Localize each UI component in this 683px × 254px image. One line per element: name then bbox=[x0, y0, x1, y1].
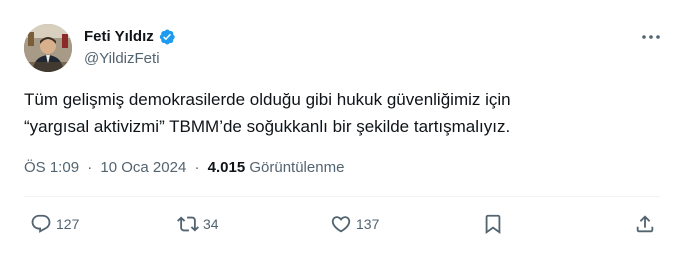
reply-icon bbox=[30, 213, 52, 235]
verified-badge-icon[interactable] bbox=[158, 28, 176, 46]
tweet-meta: ÖS 1:09 · 10 Oca 2024 · 4.015 Görüntülen… bbox=[24, 158, 344, 178]
like-icon bbox=[330, 213, 352, 235]
retweet-icon bbox=[177, 213, 199, 235]
meta-separator: · bbox=[194, 159, 200, 176]
bookmark-button[interactable] bbox=[482, 213, 504, 235]
tweet-date[interactable]: 10 Oca 2024 bbox=[100, 159, 186, 176]
tweet-time[interactable]: ÖS 1:09 bbox=[24, 159, 79, 176]
bookmark-icon bbox=[482, 213, 504, 235]
more-icon[interactable] bbox=[640, 28, 662, 46]
tweet-text: Tüm gelişmiş demokrasilerde olduğu gibi … bbox=[24, 86, 660, 140]
share-icon bbox=[634, 213, 656, 235]
avatar[interactable] bbox=[24, 24, 72, 72]
tweet-text-line: “yargısal aktivizmi” TBMM’de soğukkanlı … bbox=[24, 117, 511, 136]
divider bbox=[24, 196, 660, 197]
retweet-button[interactable]: 34 bbox=[177, 213, 219, 235]
meta-separator: · bbox=[87, 159, 93, 176]
views-count: 4.015 bbox=[207, 159, 246, 176]
author-row: Feti Yıldız bbox=[84, 27, 176, 47]
reply-button[interactable]: 127 bbox=[30, 213, 79, 235]
like-button[interactable]: 137 bbox=[330, 213, 379, 235]
reply-count: 127 bbox=[56, 216, 80, 232]
author-handle[interactable]: @YildizFeti bbox=[84, 49, 160, 69]
like-count: 137 bbox=[356, 216, 380, 232]
tweet-text-line: Tüm gelişmiş demokrasilerde olduğu gibi … bbox=[24, 90, 511, 109]
views-label: Görüntülenme bbox=[249, 159, 345, 176]
share-button[interactable] bbox=[634, 213, 656, 235]
author-name[interactable]: Feti Yıldız bbox=[84, 27, 154, 47]
retweet-count: 34 bbox=[203, 216, 219, 232]
tweet-card: Feti Yıldız @YildizFeti Tüm gelişmiş dem… bbox=[0, 0, 683, 254]
